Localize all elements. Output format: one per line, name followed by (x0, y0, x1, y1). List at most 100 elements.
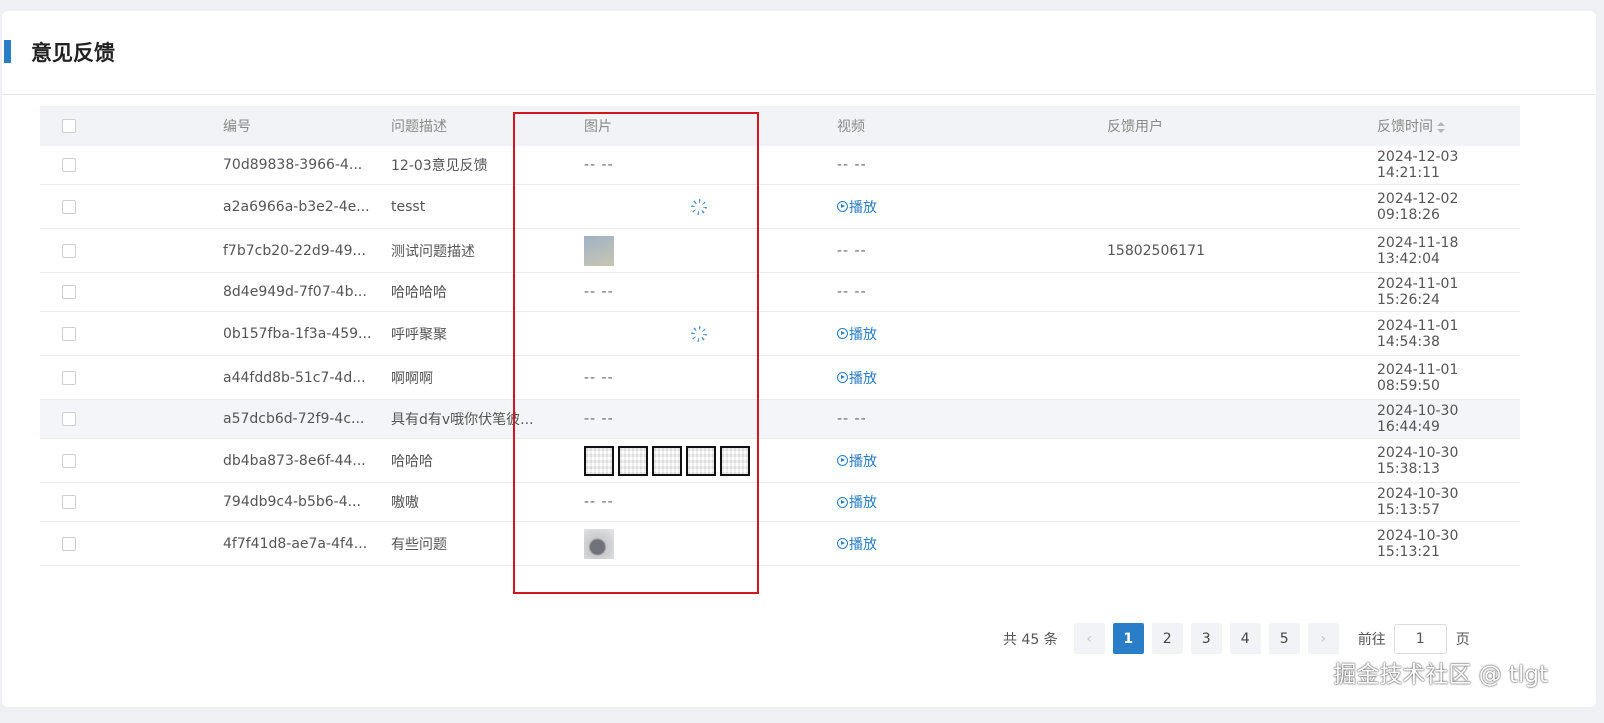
row-select-cell[interactable] (40, 521, 223, 566)
qr-code-thumbnail[interactable] (618, 445, 648, 476)
play-circle-icon (837, 372, 848, 383)
image-thumbnail[interactable] (584, 235, 614, 266)
card-header: 意见反馈 (2, 11, 1596, 95)
row-checkbox[interactable] (62, 536, 76, 551)
row-checkbox[interactable] (62, 370, 76, 385)
cell-video: 播放 (837, 184, 1107, 229)
cell-user: 15802506171 (1107, 228, 1377, 273)
table-row: a44fdd8b-51c7-4d... 啊啊啊 -- -- 播放 2024-11-01 … (40, 355, 1520, 400)
play-circle-icon (837, 201, 848, 212)
cell-user (1107, 311, 1377, 356)
cell-time: 2024-11-01 08:59:50 (1377, 355, 1520, 400)
cell-id: a44fdd8b-51c7-4d... (223, 355, 391, 400)
header-time[interactable]: 反馈时间 (1377, 106, 1520, 146)
goto-label: 前往 (1357, 631, 1386, 648)
page-button-1[interactable]: 1 (1112, 623, 1144, 654)
next-page-button[interactable]: › (1307, 623, 1339, 654)
page-button-3[interactable]: 3 (1190, 623, 1222, 654)
cell-video: -- -- (837, 399, 1107, 439)
cell-description: 有些问题 (391, 521, 559, 566)
feedback-table: 编号 问题描述 图片 视频 反馈用户 反馈时间 70d89838-3966-4.… (40, 106, 1520, 566)
row-select-cell[interactable] (40, 438, 223, 483)
row-select-cell[interactable] (40, 146, 223, 185)
row-checkbox[interactable] (62, 243, 76, 258)
prev-page-button[interactable]: ‹ (1073, 623, 1105, 654)
watermark: 掘金技术社区 @ tlgt (1333, 662, 1548, 688)
row-checkbox[interactable] (62, 412, 76, 426)
play-label: 播放 (849, 536, 877, 553)
qr-code-thumbnail[interactable] (584, 445, 614, 476)
cell-time: 2024-10-30 15:13:57 (1377, 482, 1520, 522)
cell-id: 4f7f41d8-ae7a-4f4... (223, 521, 391, 566)
cell-video: 播放 (837, 355, 1107, 400)
cell-user (1107, 521, 1377, 566)
empty-image: -- -- (584, 157, 614, 173)
play-video-link[interactable]: 播放 (837, 534, 877, 554)
qr-code-thumbnail[interactable] (686, 445, 716, 476)
row-checkbox[interactable] (62, 199, 76, 214)
play-video-link[interactable]: 播放 (837, 324, 877, 344)
page-button-2[interactable]: 2 (1151, 623, 1183, 654)
play-circle-icon (837, 538, 848, 549)
cell-time: 2024-12-03 14:21:11 (1377, 146, 1520, 185)
cell-id: a2a6966a-b3e2-4e... (223, 184, 391, 229)
cell-video: -- -- (837, 146, 1107, 185)
row-select-cell[interactable] (40, 311, 223, 356)
cell-video: -- -- (837, 272, 1107, 312)
empty-video: -- -- (837, 242, 867, 259)
page-button-5[interactable]: 5 (1268, 623, 1300, 654)
chevron-right-icon: › (1320, 630, 1327, 647)
table-row: 70d89838-3966-4... 12-03意见反馈 -- -- -- -- 202… (40, 146, 1520, 185)
header-video: 视频 (837, 106, 1107, 146)
select-all-checkbox[interactable] (62, 119, 76, 133)
qr-code-thumbnail[interactable] (652, 445, 682, 476)
cell-user (1107, 482, 1377, 522)
header-id: 编号 (223, 106, 391, 146)
header-select-all[interactable] (40, 106, 223, 146)
row-select-cell[interactable] (40, 184, 223, 229)
row-checkbox[interactable] (62, 495, 76, 509)
row-select-cell[interactable] (40, 355, 223, 400)
row-select-cell[interactable] (40, 399, 223, 439)
cell-id: a57dcb6d-72f9-4c... (223, 399, 391, 439)
cell-image (559, 438, 837, 483)
header-image-label: 图片 (584, 119, 612, 135)
cell-description: 测试问题描述 (391, 228, 559, 273)
cell-image (559, 184, 837, 229)
play-video-link[interactable]: 播放 (837, 368, 877, 388)
cell-image (559, 311, 837, 356)
row-select-cell[interactable] (40, 228, 223, 273)
row-checkbox[interactable] (62, 158, 76, 172)
cell-image: -- -- (559, 355, 837, 400)
row-checkbox[interactable] (62, 453, 76, 468)
play-video-link[interactable]: 播放 (837, 197, 877, 217)
play-label: 播放 (849, 495, 877, 511)
play-label: 播放 (849, 370, 877, 387)
header-description: 问题描述 (391, 106, 559, 146)
page-button-4[interactable]: 4 (1229, 623, 1261, 654)
row-select-cell[interactable] (40, 272, 223, 312)
cell-user (1107, 438, 1377, 483)
play-video-link[interactable]: 播放 (837, 492, 877, 512)
play-video-link[interactable]: 播放 (837, 451, 877, 471)
play-label: 播放 (849, 199, 877, 216)
cell-user (1107, 146, 1377, 185)
pagination: 共 45 条 ‹ 12345 › 前往 页 (1003, 623, 1470, 654)
cell-image: -- -- (559, 399, 837, 439)
sort-icon[interactable] (1437, 121, 1445, 133)
row-checkbox[interactable] (62, 285, 76, 299)
cell-user (1107, 355, 1377, 400)
cell-time: 2024-12-02 09:18:26 (1377, 184, 1520, 229)
cell-description: tesst (391, 184, 559, 229)
cell-time: 2024-10-30 15:13:21 (1377, 521, 1520, 566)
image-thumbnail[interactable] (584, 528, 614, 559)
play-circle-icon (837, 455, 848, 466)
cell-image (559, 228, 837, 273)
cell-image: -- -- (559, 272, 837, 312)
qr-code-thumbnail[interactable] (720, 445, 750, 476)
row-checkbox[interactable] (62, 326, 76, 341)
header-time-label: 反馈时间 (1377, 119, 1433, 135)
empty-image: -- -- (584, 284, 614, 300)
row-select-cell[interactable] (40, 482, 223, 522)
goto-page-input[interactable] (1393, 623, 1447, 654)
